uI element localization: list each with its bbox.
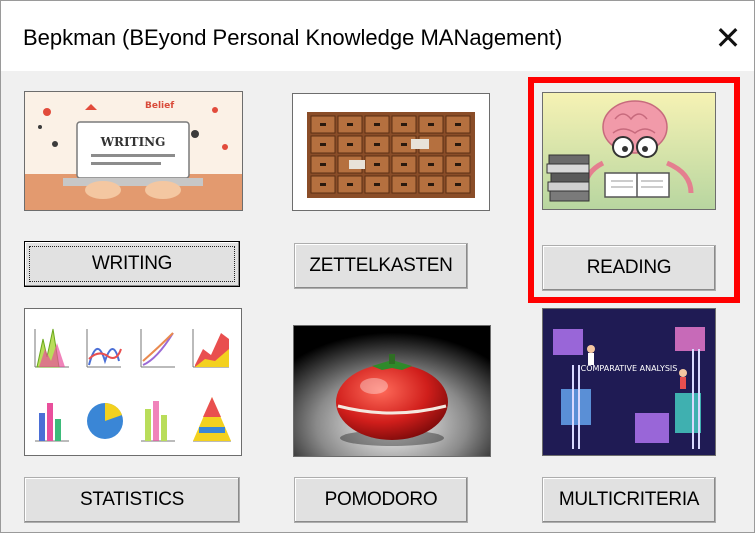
belief-tag: Belief: [145, 101, 174, 111]
close-icon[interactable]: ✕: [705, 15, 751, 61]
zettelkasten-button-label: ZETTELKASTEN: [309, 255, 453, 276]
reading-button-label: READING: [586, 257, 672, 278]
reading-button[interactable]: READING: [542, 245, 716, 291]
writing-button[interactable]: WRITING: [24, 241, 240, 287]
main-panel: Belief WRITING WRITING ZETTELKASTEN READ…: [1, 71, 754, 532]
pomodoro-button-label: POMODORO: [324, 489, 438, 510]
statistics-button[interactable]: STATISTICS: [24, 477, 240, 523]
multicriteria-image-text: COMPARATIVE ANALYSIS: [581, 364, 678, 373]
zettelkasten-image[interactable]: [292, 93, 490, 211]
multicriteria-button[interactable]: MULTICRITERIA: [542, 477, 716, 523]
multicriteria-button-label: MULTICRITERIA: [558, 489, 700, 510]
writing-button-label: WRITING: [91, 253, 173, 274]
pomodoro-button[interactable]: POMODORO: [294, 477, 468, 523]
statistics-button-label: STATISTICS: [80, 489, 184, 510]
statistics-image[interactable]: [24, 308, 242, 456]
pomodoro-image[interactable]: [293, 325, 491, 457]
multicriteria-image[interactable]: COMPARATIVE ANALYSIS: [542, 308, 716, 456]
title-bar: Bepkman (BEyond Personal Knowledge MANag…: [1, 1, 754, 71]
window-title: Bepkman (BEyond Personal Knowledge MANag…: [23, 25, 563, 50]
writing-image-text: WRITING: [100, 135, 166, 149]
writing-image[interactable]: Belief WRITING: [24, 91, 243, 211]
app-window: Bepkman (BEyond Personal Knowledge MANag…: [0, 0, 755, 533]
zettelkasten-button[interactable]: ZETTELKASTEN: [294, 243, 468, 289]
